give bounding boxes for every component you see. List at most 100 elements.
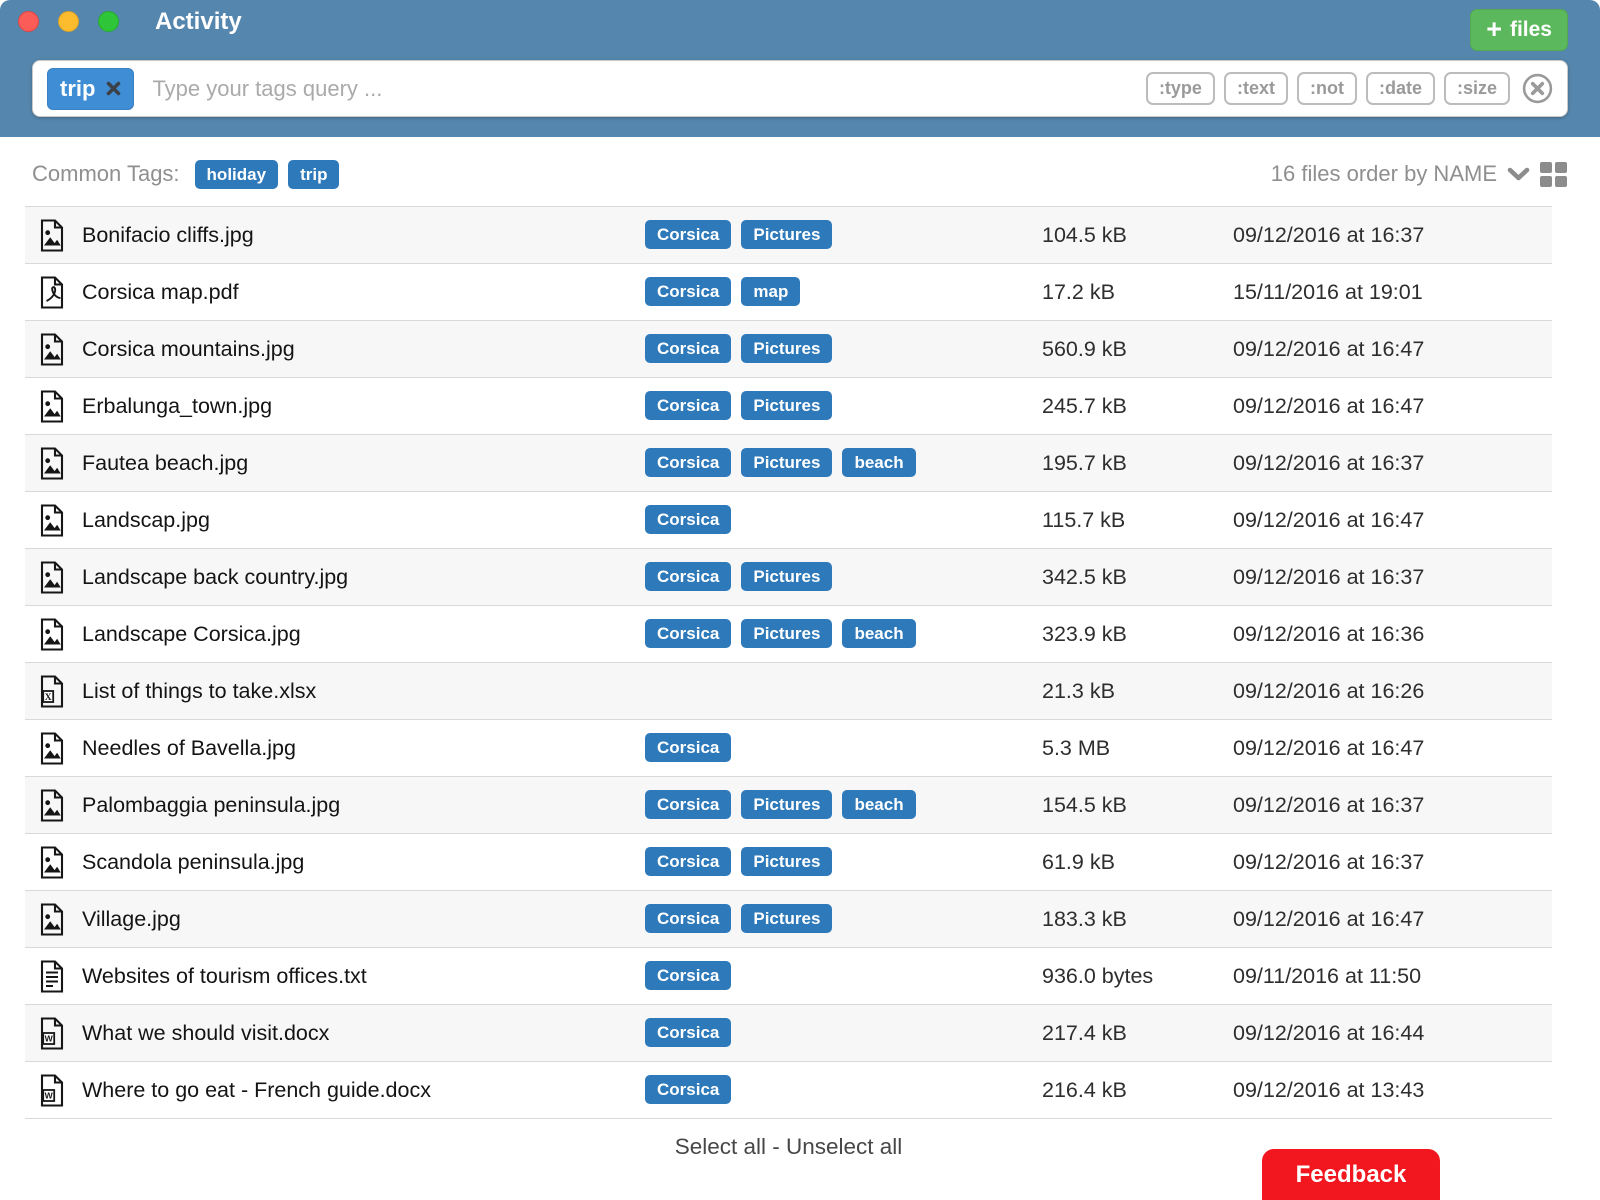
clear-search-icon[interactable]: [1522, 73, 1553, 104]
file-row[interactable]: WWhere to go eat - French guide.docxCors…: [25, 1061, 1552, 1118]
file-tag-chip-Pictures[interactable]: Pictures: [741, 619, 832, 648]
file-name: Needles of Bavella.jpg: [82, 720, 296, 776]
file-date: 09/12/2016 at 16:26: [1233, 663, 1424, 719]
active-search-tag-chip[interactable]: trip: [47, 68, 134, 110]
file-tag-chip-Corsica[interactable]: Corsica: [645, 904, 731, 933]
file-tag-chip-Corsica[interactable]: Corsica: [645, 220, 731, 249]
file-name: Landscape back country.jpg: [82, 549, 348, 605]
file-row[interactable]: Fautea beach.jpgCorsicaPicturesbeach195.…: [25, 434, 1552, 491]
file-tag-chip-Corsica[interactable]: Corsica: [645, 448, 731, 477]
file-size: 61.9 kB: [1042, 834, 1115, 890]
file-size: 183.3 kB: [1042, 891, 1127, 947]
filter-button-text[interactable]: :text: [1224, 72, 1288, 105]
minimize-button[interactable]: [58, 11, 79, 32]
file-row[interactable]: Bonifacio cliffs.jpgCorsicaPictures104.5…: [25, 206, 1552, 263]
tags-query-input[interactable]: [152, 76, 1145, 102]
file-date: 09/12/2016 at 13:43: [1233, 1062, 1424, 1118]
common-tag-chip-holiday[interactable]: holiday: [195, 160, 279, 189]
file-tag-chip-Corsica[interactable]: Corsica: [645, 961, 731, 990]
file-date: 09/12/2016 at 16:37: [1233, 435, 1424, 491]
file-tag-chip-Pictures[interactable]: Pictures: [741, 448, 832, 477]
common-tag-chip-trip[interactable]: trip: [288, 160, 339, 189]
feedback-label: Feedback: [1296, 1161, 1407, 1189]
file-date: 15/11/2016 at 19:01: [1233, 264, 1423, 320]
remove-tag-icon[interactable]: [106, 81, 121, 96]
file-date: 09/12/2016 at 16:47: [1233, 720, 1424, 776]
file-row[interactable]: Landscape Corsica.jpgCorsicaPicturesbeac…: [25, 605, 1552, 662]
file-size: 115.7 kB: [1042, 492, 1125, 548]
filter-button-size[interactable]: :size: [1444, 72, 1510, 105]
grid-view-icon[interactable]: [1540, 162, 1567, 187]
file-tag-chip-Pictures[interactable]: Pictures: [741, 220, 832, 249]
image-file-icon: [39, 390, 65, 423]
file-tag-chip-Pictures[interactable]: Pictures: [741, 562, 832, 591]
docx-file-icon: W: [39, 1074, 65, 1107]
file-row[interactable]: Needles of Bavella.jpg Corsica 5.3 MB 09/12…: [25, 719, 1552, 776]
filter-button-type[interactable]: :type: [1146, 72, 1215, 105]
file-row[interactable]: Village.jpgCorsicaPictures183.3 kB09/12/…: [25, 890, 1552, 947]
file-row[interactable]: Erbalunga_town.jpgCorsicaPictures245.7 k…: [25, 377, 1552, 434]
file-date: 09/12/2016 at 16:36: [1233, 606, 1424, 662]
file-tags: Corsica Pictures: [645, 334, 832, 363]
file-row[interactable]: XList of things to take.xlsx21.3 kB09/12…: [25, 662, 1552, 719]
filter-buttons-group: :type :text :not :date :size: [1146, 72, 1510, 105]
file-tag-chip-Corsica[interactable]: Corsica: [645, 505, 731, 534]
file-tag-chip-Pictures[interactable]: Pictures: [741, 904, 832, 933]
file-tag-chip-beach[interactable]: beach: [842, 619, 915, 648]
file-size: 195.7 kB: [1042, 435, 1127, 491]
file-tag-chip-Corsica[interactable]: Corsica: [645, 847, 731, 876]
file-size: 216.4 kB: [1042, 1062, 1127, 1118]
file-date: 09/12/2016 at 16:47: [1233, 378, 1424, 434]
file-tag-chip-Corsica[interactable]: Corsica: [645, 1018, 731, 1047]
file-tag-chip-Pictures[interactable]: Pictures: [741, 790, 832, 819]
file-row[interactable]: Websites of tourism offices.txtCorsica93…: [25, 947, 1552, 1004]
file-row[interactable]: Palombaggia peninsula.jpgCorsicaPictures…: [25, 776, 1552, 833]
file-tag-chip-Pictures[interactable]: Pictures: [741, 391, 832, 420]
file-tag-chip-beach[interactable]: beach: [842, 448, 915, 477]
unselect-all-link[interactable]: Unselect all: [786, 1134, 902, 1159]
file-tag-chip-Corsica[interactable]: Corsica: [645, 790, 731, 819]
file-tag-chip-beach[interactable]: beach: [842, 790, 915, 819]
file-date: 09/12/2016 at 16:47: [1233, 321, 1424, 377]
file-row[interactable]: Scandola peninsula.jpgCorsicaPictures61.…: [25, 833, 1552, 890]
file-tag-chip-Pictures[interactable]: Pictures: [741, 334, 832, 363]
file-tag-chip-Corsica[interactable]: Corsica: [645, 277, 731, 306]
image-file-icon: [39, 903, 65, 936]
image-file-icon: [39, 732, 65, 765]
order-by-label[interactable]: 16 files order by NAME: [1271, 161, 1497, 187]
file-row[interactable]: Corsica map.pdfCorsicamap17.2 kB15/11/20…: [25, 263, 1552, 320]
file-tag-chip-Corsica[interactable]: Corsica: [645, 1075, 731, 1104]
file-size: 5.3 MB: [1042, 720, 1110, 776]
feedback-button[interactable]: Feedback: [1262, 1149, 1440, 1200]
maximize-button[interactable]: [98, 11, 119, 32]
file-tag-chip-Pictures[interactable]: Pictures: [741, 847, 832, 876]
add-files-button[interactable]: + files: [1470, 9, 1568, 51]
file-size: 154.5 kB: [1042, 777, 1127, 833]
file-row[interactable]: Landscape back country.jpg Corsica Picture…: [25, 548, 1552, 605]
file-tags: Corsica Pictures: [645, 904, 832, 933]
image-file-icon: [39, 447, 65, 480]
chevron-down-icon[interactable]: [1507, 167, 1530, 182]
file-size: 323.9 kB: [1042, 606, 1127, 662]
docx-file-icon: W: [39, 1017, 65, 1050]
file-size: 936.0 bytes: [1042, 948, 1153, 1004]
file-tag-chip-Corsica[interactable]: Corsica: [645, 334, 731, 363]
file-tag-chip-Corsica[interactable]: Corsica: [645, 562, 731, 591]
file-row[interactable]: Landscap.jpgCorsica115.7 kB09/12/2016 at…: [25, 491, 1552, 548]
file-row[interactable]: Corsica mountains.jpgCorsicaPictures560.…: [25, 320, 1552, 377]
txt-file-icon: [39, 960, 65, 993]
file-tag-chip-map[interactable]: map: [741, 277, 800, 306]
file-tags: Corsica Pictures beach: [645, 619, 916, 648]
file-tag-chip-Corsica[interactable]: Corsica: [645, 391, 731, 420]
file-tags: Corsica Pictures: [645, 847, 832, 876]
close-button[interactable]: [18, 11, 39, 32]
file-row[interactable]: WWhat we should visit.docxCorsica217.4 k…: [25, 1004, 1552, 1061]
filter-button-date[interactable]: :date: [1366, 72, 1435, 105]
filter-button-not[interactable]: :not: [1297, 72, 1357, 105]
file-tags: Corsica: [645, 1075, 731, 1104]
file-tag-chip-Corsica[interactable]: Corsica: [645, 733, 731, 762]
file-tag-chip-Corsica[interactable]: Corsica: [645, 619, 731, 648]
select-all-link[interactable]: Select all: [675, 1134, 766, 1159]
file-size: 342.5 kB: [1042, 549, 1127, 605]
file-tags: Corsica: [645, 961, 731, 990]
